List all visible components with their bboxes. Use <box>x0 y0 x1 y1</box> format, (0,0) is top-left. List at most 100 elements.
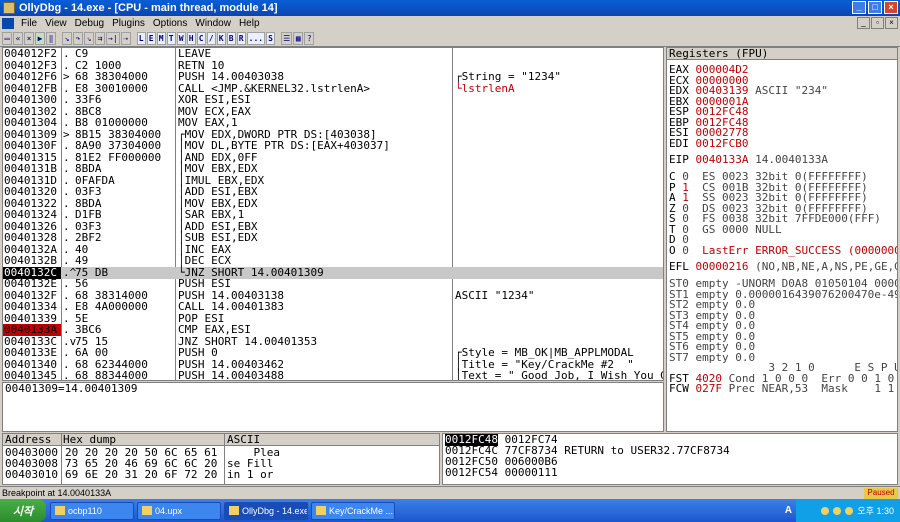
open-icon[interactable]: ▭ <box>2 32 12 45</box>
window-title: OllyDbg - 14.exe - [CPU - main thread, m… <box>19 2 278 14</box>
handles-button[interactable]: H <box>186 32 196 45</box>
disasm-row[interactable]: 00401326. 03F3 │ADD ESI,EBX <box>3 220 663 233</box>
register-name: FCW <box>669 382 689 395</box>
app-icon <box>3 2 15 14</box>
patches-button[interactable]: / <box>206 32 216 45</box>
folder-icon <box>142 506 152 515</box>
trace-over-icon[interactable]: ⇉ <box>95 32 105 45</box>
menu-file[interactable]: File <box>17 18 41 29</box>
mdi-minimize-button[interactable]: _ <box>857 17 870 29</box>
minimize-button[interactable]: _ <box>852 1 866 14</box>
execute-till-return-icon[interactable]: →| <box>106 32 120 45</box>
menu-help[interactable]: Help <box>235 18 264 29</box>
register-name: EFL <box>669 260 689 273</box>
rewind-icon[interactable]: « <box>13 32 23 45</box>
close-file-icon[interactable]: × <box>24 32 34 45</box>
disasm-row[interactable]: 00401315. 81E2 FF000000 │AND EDX,0FF <box>3 151 663 164</box>
info-pane[interactable]: 00401309=14.00401309 <box>2 382 664 432</box>
pause-icon[interactable]: ‖ <box>46 32 56 45</box>
menu-plugins[interactable]: Plugins <box>108 18 149 29</box>
breakpoints-button[interactable]: B <box>226 32 236 45</box>
run-trace-button[interactable]: ... <box>246 32 266 45</box>
threads-button[interactable]: T <box>166 32 176 45</box>
ollydbg-icon <box>229 506 239 515</box>
dump-header-hex[interactable]: Hex dump <box>63 434 116 446</box>
disasm-row[interactable]: 0040132A. 40 │INC EAX <box>3 243 663 256</box>
menu-options[interactable]: Options <box>149 18 191 29</box>
source-button[interactable]: S <box>266 32 276 45</box>
step-into-icon[interactable]: ↘ <box>62 32 72 45</box>
flag-bit: 0 <box>682 243 689 257</box>
step-over-icon[interactable]: ↷ <box>73 32 83 45</box>
close-button[interactable]: × <box>884 1 898 14</box>
tray-icon[interactable] <box>845 506 854 515</box>
hex-dump-pane[interactable]: Address Hex dump ASCII 00403000 20 20 20 … <box>2 433 440 485</box>
cpu-button[interactable]: C <box>196 32 206 45</box>
call-stack-button[interactable]: K <box>216 32 226 45</box>
disassembly-pane[interactable]: 004012F2. C9 LEAVE 004012F3. C2 1000 RETN 10 0… <box>2 47 664 381</box>
mdi-restore-button[interactable]: ▫ <box>871 17 884 29</box>
dump-row[interactable]: 00403010 69 6E 20 31 20 6F 72 20 in 1 or <box>3 469 439 480</box>
maximize-button[interactable]: □ <box>868 1 882 14</box>
register-comment: ASCII "234" <box>755 84 828 97</box>
taskbar-item-crackme[interactable]: Key/CrackMe ... <box>311 501 395 520</box>
disasm-row[interactable]: 0040132C .^ 75 DB └JNZ SHORT 14.00401309 <box>3 266 663 279</box>
modules-button[interactable]: E <box>146 32 156 45</box>
register-fcw[interactable]: FCW 027F Prec NEAR,53 Mask 1 1 <box>669 383 894 395</box>
status-text: Breakpoint at 14.0040133A <box>2 488 112 498</box>
flag-row[interactable]: O 0 LastErr ERROR_SUCCESS (00000000) <box>669 243 898 257</box>
disasm-hex: 2BF2 <box>75 231 102 244</box>
register-efl[interactable]: EFL 00000216 (NO,NB,NE,A,NS,PE,GE,G) <box>669 260 897 273</box>
clock[interactable]: 오후 1:30 <box>857 504 894 517</box>
disasm-row[interactable]: 00401339. 5E POP ESI <box>3 312 663 325</box>
register-value: 027F <box>695 382 723 395</box>
taskbar-item-upx[interactable]: 04.upx <box>137 501 221 520</box>
tray-icon[interactable] <box>821 506 830 515</box>
disasm-row[interactable]: 004012FB. E8 30010000 CALL <JMP.&KERNEL32.… <box>3 81 663 95</box>
references-button[interactable]: R <box>236 32 246 45</box>
register-name: EIP <box>669 153 689 166</box>
menu-view[interactable]: View <box>41 18 71 29</box>
register-eip[interactable]: EIP 0040133A 14.0040133A <box>669 154 828 166</box>
dump-hex: 69 6E 20 31 20 6F 72 20 <box>65 468 218 481</box>
title-bar[interactable]: OllyDbg - 14.exe - [CPU - main thread, m… <box>0 0 900 16</box>
disasm-row[interactable]: 00401328. 2BF2 │SUB ESI,EDX <box>3 232 663 244</box>
run-icon[interactable]: ▶ <box>35 32 45 45</box>
menu-window[interactable]: Window <box>191 18 235 29</box>
disasm-row[interactable]: 00401324. D1FB │SAR EBX,1 <box>3 209 663 221</box>
windows-button[interactable]: W <box>176 32 186 45</box>
language-indicator[interactable]: A <box>785 505 792 516</box>
stack-value: 00000111 <box>504 466 558 479</box>
help-icon[interactable]: ? <box>304 32 315 45</box>
memory-button[interactable]: M <box>156 32 166 45</box>
stack-row[interactable]: 0012FC54 00000111 <box>445 467 895 479</box>
register-value: 0012FCB0 <box>695 136 749 150</box>
stack-pane[interactable]: 0012FC48 0012FC74 0012FC4C 77CF8734 RETU… <box>442 433 898 485</box>
goto-icon[interactable]: ⇢ <box>120 32 131 45</box>
dump-header-address[interactable]: Address <box>5 434 51 446</box>
grid-icon[interactable]: ▦ <box>293 32 304 45</box>
taskbar-item-ocbp110[interactable]: ocbp110 <box>50 501 134 520</box>
log-window-button[interactable]: L <box>136 32 146 45</box>
tray-icon[interactable] <box>833 506 842 515</box>
menu-bar: File View Debug Plugins Options Window H… <box>0 16 900 31</box>
menu-debug[interactable]: Debug <box>71 18 108 29</box>
disasm-row[interactable]: 00401334. E8 4A000000 CALL 14.00401383 <box>3 301 663 313</box>
dump-header-ascii[interactable]: ASCII <box>227 434 260 446</box>
disasm-row[interactable]: 0040131D. 0FAFDA │IMUL EBX,EDX <box>3 174 663 187</box>
disasm-row[interactable]: 00401322. 8BDA │MOV EBX,EDX <box>3 197 663 210</box>
disasm-comment: └lstrlenA <box>455 81 515 95</box>
disasm-row[interactable]: 00401300. 33F6 XOR ESI,ESI <box>3 94 663 106</box>
mdi-icon[interactable] <box>2 18 14 29</box>
register-edi[interactable]: EDI 0012FCB0 <box>669 136 755 150</box>
disasm-row[interactable]: 00401345. 68 88344000 PUSH 14.00403488 │Tex… <box>3 370 663 381</box>
taskbar-item-ollydbg[interactable]: OllyDbg - 14.exe ... <box>224 501 308 520</box>
disasm-row[interactable]: 00401320. 03F3 │ADD ESI,EBX <box>3 186 663 198</box>
dump-address: 00403010 <box>5 468 58 481</box>
registers-pane[interactable]: Registers (FPU) EAX 000004D2 ECX 0000000… <box>666 47 898 432</box>
flag-segment: LastErr ERROR_SUCCESS (00000000) <box>702 243 898 257</box>
start-button[interactable]: 시작 <box>0 499 46 522</box>
mdi-close-button[interactable]: × <box>885 17 898 29</box>
trace-into-icon[interactable]: ⇘ <box>84 32 94 45</box>
list-icon[interactable]: ☰ <box>281 32 293 45</box>
